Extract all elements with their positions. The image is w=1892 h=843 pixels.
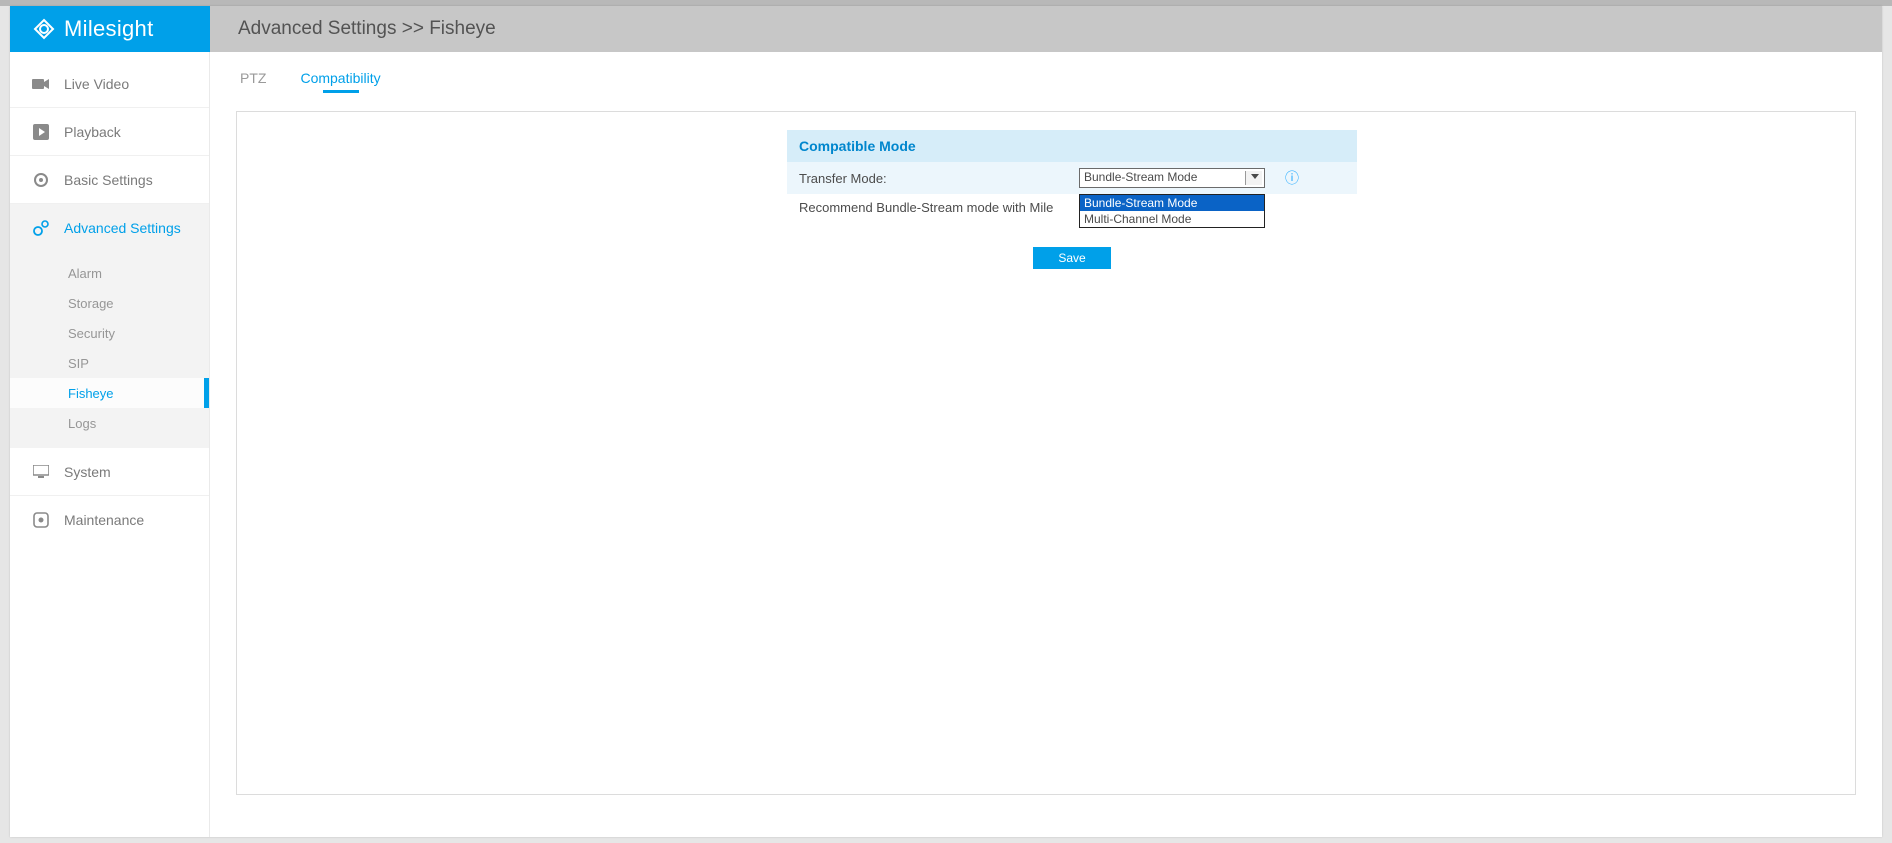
sidebar-sub-fisheye[interactable]: Fisheye bbox=[10, 378, 209, 408]
section-title: Compatible Mode bbox=[787, 130, 1357, 162]
wrench-icon bbox=[32, 511, 50, 529]
sidebar-label: Playback bbox=[64, 124, 121, 140]
brand-logo[interactable]: Milesight bbox=[10, 6, 210, 52]
sidebar-label: Advanced Settings bbox=[64, 220, 181, 236]
sidebar-item-advanced-settings[interactable]: Advanced Settings bbox=[10, 204, 209, 252]
recommend-text: Recommend Bundle-Stream mode with Mile bbox=[787, 200, 1357, 215]
settings-panel: Compatible Mode Transfer Mode: Bundle-St… bbox=[236, 111, 1856, 795]
advanced-gear-icon bbox=[32, 219, 50, 237]
tab-compatibility[interactable]: Compatibility bbox=[300, 66, 380, 101]
transfer-mode-select[interactable]: Bundle-Stream Mode Bundle-Stream Mode Mu… bbox=[1079, 168, 1265, 188]
sidebar-sub-storage[interactable]: Storage bbox=[10, 288, 209, 318]
sidebar-sub-security[interactable]: Security bbox=[10, 318, 209, 348]
play-icon bbox=[32, 123, 50, 141]
sidebar-item-live-video[interactable]: Live Video bbox=[10, 60, 209, 108]
sidebar-label: Maintenance bbox=[64, 512, 144, 528]
transfer-mode-value[interactable]: Bundle-Stream Mode bbox=[1079, 168, 1265, 188]
monitor-icon bbox=[32, 463, 50, 481]
sidebar-sub-logs[interactable]: Logs bbox=[10, 408, 209, 438]
sidebar-label: Basic Settings bbox=[64, 172, 153, 188]
sidebar-sub-sip[interactable]: SIP bbox=[10, 348, 209, 378]
breadcrumb: Advanced Settings >> Fisheye bbox=[210, 6, 1882, 52]
transfer-mode-dropdown: Bundle-Stream Mode Multi-Channel Mode bbox=[1079, 194, 1265, 228]
camera-icon bbox=[32, 75, 50, 93]
save-button[interactable]: Save bbox=[1033, 247, 1111, 269]
sidebar: Live Video Playback Basic Settings Advan… bbox=[10, 52, 210, 837]
sidebar-label: System bbox=[64, 464, 111, 480]
content-area: PTZ Compatibility Compatible Mode Transf… bbox=[210, 52, 1882, 837]
advanced-submenu: Alarm Storage Security SIP Fisheye Logs bbox=[10, 252, 209, 448]
transfer-mode-label: Transfer Mode: bbox=[799, 171, 1079, 186]
chevron-down-icon bbox=[1251, 174, 1259, 179]
breadcrumb-text: Advanced Settings >> Fisheye bbox=[238, 18, 496, 40]
sidebar-item-basic-settings[interactable]: Basic Settings bbox=[10, 156, 209, 204]
brand-text: Milesight bbox=[64, 16, 154, 42]
info-icon[interactable]: ⓘ bbox=[1285, 168, 1299, 188]
option-multi-channel[interactable]: Multi-Channel Mode bbox=[1080, 211, 1264, 227]
tab-ptz[interactable]: PTZ bbox=[240, 66, 266, 101]
brand-icon bbox=[32, 17, 56, 41]
sidebar-item-playback[interactable]: Playback bbox=[10, 108, 209, 156]
gear-icon bbox=[32, 171, 50, 189]
option-bundle-stream[interactable]: Bundle-Stream Mode bbox=[1080, 195, 1264, 211]
sidebar-sub-alarm[interactable]: Alarm bbox=[10, 258, 209, 288]
sidebar-item-maintenance[interactable]: Maintenance bbox=[10, 496, 209, 544]
sidebar-item-system[interactable]: System bbox=[10, 448, 209, 496]
sidebar-label: Live Video bbox=[64, 76, 129, 92]
